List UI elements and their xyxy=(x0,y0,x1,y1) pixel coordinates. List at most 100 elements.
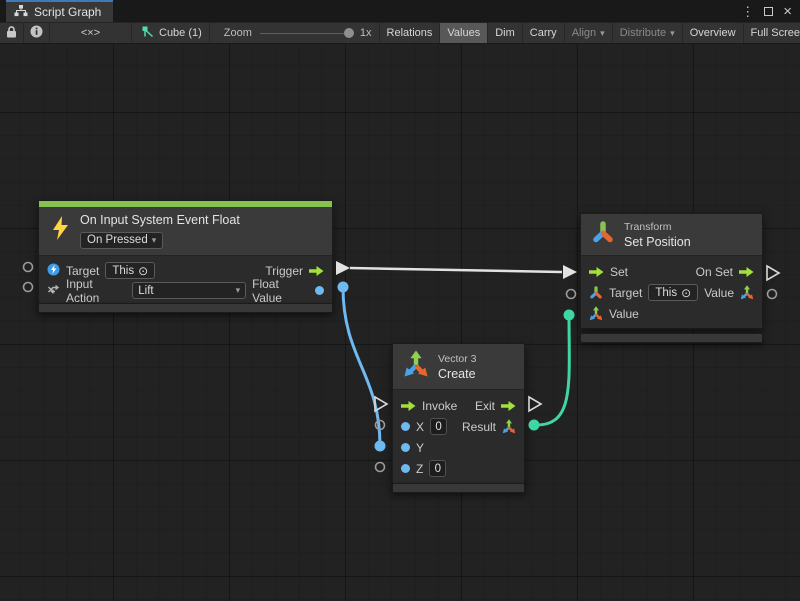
z-port-dot xyxy=(401,464,410,473)
vector3-icon xyxy=(502,419,516,434)
toolbar-button-overview[interactable]: Overview xyxy=(683,23,744,43)
toolbar-button-relations[interactable]: Relations xyxy=(380,23,441,43)
flow-arrow-icon xyxy=(501,401,516,411)
x-port-dot xyxy=(401,422,410,431)
trigger-output-port[interactable] xyxy=(336,261,350,275)
node-title: On Input System Event Float xyxy=(80,213,240,227)
graph-owner-breadcrumb[interactable]: Cube (1) xyxy=(132,23,210,43)
zoom-label: Zoom xyxy=(224,27,252,39)
x-port-label: X xyxy=(416,420,424,434)
input-action-port-label: Input Action xyxy=(66,277,126,305)
vector3-icon xyxy=(589,306,603,321)
target-port-label: Target xyxy=(609,286,642,300)
float-value-port-label: Float Value xyxy=(252,277,309,305)
node-title: Set Position xyxy=(624,235,691,249)
flow-arrow-icon xyxy=(589,267,604,277)
lock-icon xyxy=(6,26,17,41)
target-picker-icon: ⊙ xyxy=(138,264,148,278)
node-type-label: Transform xyxy=(624,221,691,233)
z-value-field[interactable]: 0 xyxy=(429,460,446,477)
target-port-label: Target xyxy=(66,264,99,278)
wire-result-to-value xyxy=(534,315,569,425)
vector3-icon xyxy=(403,350,429,383)
value-input-port[interactable] xyxy=(564,310,575,321)
y-port-dot xyxy=(401,443,410,452)
event-mode-dropdown[interactable]: On Pressed ▾ xyxy=(80,232,163,249)
lock-button[interactable] xyxy=(0,23,24,43)
kebab-menu-icon[interactable]: ⋮ xyxy=(741,5,754,18)
chevron-down-icon: ▾ xyxy=(670,28,675,39)
zoom-control: Zoom 1x xyxy=(210,23,379,43)
node-header: Vector 3 Create xyxy=(393,344,524,389)
input-action-icon xyxy=(47,283,60,299)
toolbar-button-fullscreen[interactable]: Full Screen xyxy=(744,23,800,43)
y-port-label: Y xyxy=(416,441,424,455)
inputaction-input-port[interactable] xyxy=(24,283,33,292)
close-icon[interactable]: × xyxy=(783,4,792,19)
y-input-port[interactable] xyxy=(375,441,386,452)
trigger-port-label: Trigger xyxy=(265,264,303,278)
graph-owner-label: Cube (1) xyxy=(159,27,202,39)
set-port-label: Set xyxy=(610,265,628,279)
graph-toolbar: <×> Cube (1) Zoom 1x Relations Values Di… xyxy=(0,22,800,44)
result-port-label: Result xyxy=(462,420,496,434)
float-value-output-port[interactable] xyxy=(338,282,349,293)
value-output-port[interactable] xyxy=(768,290,777,299)
node-body: Set On Set Target This ⊙ Value xyxy=(581,255,762,328)
node-on-input-system-event-float[interactable]: On Input System Event Float On Pressed ▾… xyxy=(38,200,333,306)
node-header: On Input System Event Float On Pressed ▾ xyxy=(39,207,332,255)
toolbar-button-carry[interactable]: Carry xyxy=(523,23,565,43)
on-set-port-label: On Set xyxy=(696,265,733,279)
flow-arrow-icon xyxy=(401,401,416,411)
zoom-value: 1x xyxy=(360,27,372,39)
toolbar-button-dim[interactable]: Dim xyxy=(488,23,523,43)
exit-output-port[interactable] xyxy=(529,397,541,411)
chevron-down-icon: ▾ xyxy=(600,28,605,39)
target-picker-icon: ⊙ xyxy=(681,286,691,300)
input-action-dropdown[interactable]: Lift ▾ xyxy=(132,282,246,299)
value-input-label: Value xyxy=(609,307,639,321)
target-input-port[interactable] xyxy=(567,290,576,299)
node-type-label: Vector 3 xyxy=(438,353,477,365)
node-footer-bar xyxy=(38,303,333,313)
window-controls: ⋮ × xyxy=(741,0,800,22)
inspect-button[interactable] xyxy=(24,23,50,43)
zoom-slider[interactable] xyxy=(260,33,352,34)
info-icon xyxy=(30,25,43,41)
target-input-port[interactable] xyxy=(24,263,33,272)
invoke-input-port[interactable] xyxy=(375,397,387,411)
z-port-label: Z xyxy=(416,462,423,476)
transform-icon xyxy=(591,220,615,249)
transform-icon xyxy=(589,285,603,300)
node-vector3-create[interactable]: Vector 3 Create Invoke Exit X 0 Result xyxy=(392,343,525,484)
zoom-to-fit-button[interactable]: <×> xyxy=(50,23,132,43)
wire-floatvalue-to-y xyxy=(343,287,380,446)
result-output-port[interactable] xyxy=(529,420,540,431)
set-input-arrowhead xyxy=(563,265,577,279)
zoom-slider-handle[interactable] xyxy=(344,28,354,38)
node-set-position[interactable]: Transform Set Position Set On Set Target… xyxy=(580,213,763,329)
flow-arrow-icon xyxy=(739,267,754,277)
graph-asset-icon xyxy=(142,26,155,41)
tab-title: Script Graph xyxy=(34,5,101,19)
toolbar-button-values[interactable]: Values xyxy=(440,23,488,43)
target-this-chip[interactable]: This ⊙ xyxy=(648,284,698,301)
tab-script-graph[interactable]: Script Graph xyxy=(6,0,113,22)
on-set-output-port[interactable] xyxy=(767,266,779,280)
wire-trigger-to-set xyxy=(350,268,562,272)
x-value-field[interactable]: 0 xyxy=(430,418,447,435)
toolbar-button-align[interactable]: Align▾ xyxy=(565,23,613,43)
toolbar-button-distribute[interactable]: Distribute▾ xyxy=(613,23,683,43)
script-graph-icon xyxy=(14,5,28,20)
window-tab-bar: Script Graph ⋮ × xyxy=(0,0,800,22)
float-value-port-dot xyxy=(315,286,324,295)
z-input-port[interactable] xyxy=(376,463,385,472)
flow-arrow-icon xyxy=(309,266,324,276)
zoom-to-fit-icon: <×> xyxy=(81,27,100,39)
x-input-port[interactable] xyxy=(376,421,385,430)
maximize-icon[interactable] xyxy=(764,7,773,16)
node-footer-bar xyxy=(580,333,763,343)
graph-canvas[interactable]: On Input System Event Float On Pressed ▾… xyxy=(0,44,800,601)
chevron-down-icon: ▾ xyxy=(236,285,241,296)
vector3-icon xyxy=(740,285,754,300)
